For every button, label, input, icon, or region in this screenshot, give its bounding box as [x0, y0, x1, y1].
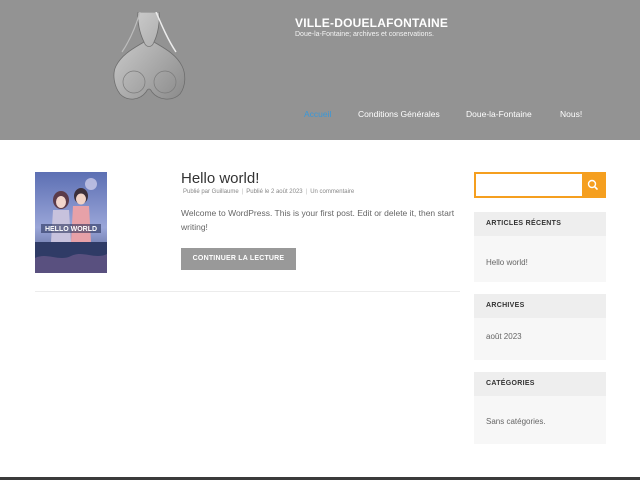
nav-item-accueil[interactable]: Accueil: [304, 109, 331, 119]
categories-widget: Sans catégories.: [474, 396, 606, 444]
post-thumbnail[interactable]: HELLO WORLD: [35, 172, 107, 273]
post-divider: [35, 291, 460, 292]
post-excerpt: Welcome to WordPress. This is your first…: [181, 208, 455, 232]
recent-posts-heading: ARTICLES RÉCENTS: [474, 212, 606, 236]
nav-item-nous[interactable]: Nous!: [560, 109, 582, 119]
post-title[interactable]: Hello world!: [181, 170, 259, 187]
recent-post-link[interactable]: Hello world!: [486, 258, 528, 267]
post-comments-link[interactable]: Un commentaire: [310, 189, 354, 195]
bust-logo-icon: [113, 11, 186, 100]
archives-title: ARCHIVES: [486, 302, 525, 309]
site-logo[interactable]: [110, 11, 188, 102]
anime-cover-image: HELLO WORLD: [35, 172, 107, 273]
archives-heading: ARCHIVES: [474, 294, 606, 318]
read-more-button[interactable]: CONTINUER LA LECTURE: [181, 248, 296, 270]
main-navigation: Accueil Conditions Générales Doue-la-Fon…: [0, 109, 640, 123]
post-author[interactable]: Publié par Guillaume: [183, 189, 239, 195]
site-header: VILLE-DOUELAFONTAINE Doue-la-Fontaine; a…: [0, 0, 640, 140]
categories-heading: CATÉGORIES: [474, 372, 606, 396]
categories-title: CATÉGORIES: [486, 380, 535, 387]
search-form: [474, 172, 606, 198]
meta-separator: |: [305, 189, 308, 195]
archive-link[interactable]: août 2023: [486, 332, 522, 341]
search-button[interactable]: [582, 174, 604, 196]
search-input[interactable]: [476, 174, 584, 196]
meta-separator: |: [241, 189, 244, 195]
category-link[interactable]: Sans catégories.: [486, 417, 546, 426]
nav-item-conditions-generales[interactable]: Conditions Générales: [358, 109, 440, 119]
site-title[interactable]: VILLE-DOUELAFONTAINE: [295, 16, 448, 30]
search-icon: [587, 179, 598, 190]
post-meta: Publié par Guillaume | Publié le 2 août 20…: [183, 189, 354, 195]
cover-title-text: HELLO WORLD: [45, 226, 97, 233]
recent-posts-widget: Hello world!: [474, 236, 606, 282]
post-date[interactable]: Publié le 2 août 2023: [246, 189, 302, 195]
site-description: Doue-la-Fontaine; archives et conservati…: [295, 31, 434, 38]
recent-posts-title: ARTICLES RÉCENTS: [486, 220, 562, 227]
archives-widget: août 2023: [474, 318, 606, 360]
nav-item-doue-la-fontaine[interactable]: Doue-la-Fontaine: [466, 109, 532, 119]
